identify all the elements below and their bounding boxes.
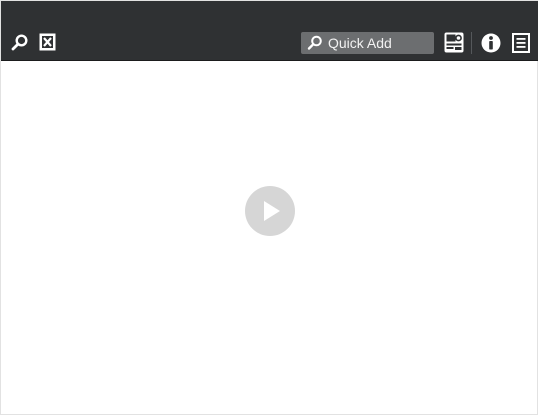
toolbar: Quick Add — [1, 1, 538, 61]
search-icon — [307, 35, 322, 50]
quick-add-field[interactable]: Quick Add — [301, 32, 434, 54]
quick-add-label: Quick Add — [328, 35, 392, 51]
search-icon[interactable] — [11, 34, 29, 52]
clear-filter-icon[interactable] — [39, 33, 56, 51]
notes-icon[interactable] — [512, 33, 530, 53]
toolbar-divider — [471, 32, 472, 54]
content-area — [1, 61, 537, 414]
play-icon — [264, 201, 280, 221]
play-button[interactable] — [245, 186, 295, 236]
app-window: Quick Add — [0, 0, 538, 415]
info-icon[interactable] — [481, 33, 501, 53]
calendar-icon[interactable] — [444, 32, 464, 53]
